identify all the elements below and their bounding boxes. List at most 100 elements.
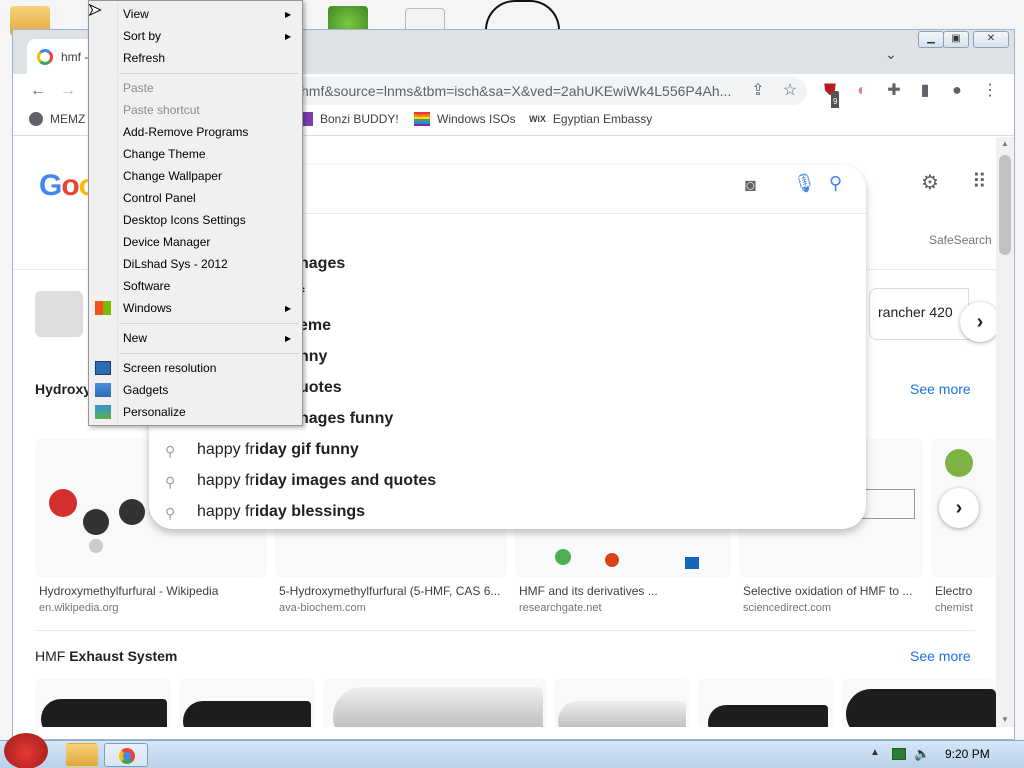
back-icon[interactable]: ← — [27, 80, 49, 102]
menu-separator — [119, 73, 299, 74]
menu-item-new[interactable]: New — [123, 331, 147, 345]
menu-separator — [119, 323, 299, 324]
menu-item-gadgets[interactable]: Gadgets — [123, 383, 168, 397]
search-icon[interactable]: ⚲ — [829, 173, 842, 194]
share-icon[interactable]: ⇪ — [747, 80, 769, 102]
flask-shape — [605, 553, 619, 567]
related-chip[interactable]: rancher 420 — [869, 288, 969, 340]
results-next-icon[interactable]: › — [939, 488, 979, 528]
suggestion-item[interactable]: nages — [299, 255, 345, 273]
menu-item-dilshad-sys[interactable]: DiLshad Sys - 2012 — [123, 257, 228, 271]
suggestion-item[interactable]: happy friday gif funny — [197, 441, 359, 459]
result-caption[interactable]: Electro — [935, 584, 996, 598]
safesearch-link[interactable]: SafeSearch — [929, 233, 992, 247]
menu-item-windows[interactable]: Windows — [123, 301, 172, 315]
address-text: hmf&source=lnms&tbm=isch&sa=X&ved=2ahUKE… — [301, 83, 732, 99]
camera-search-icon[interactable]: ◙ — [745, 175, 756, 196]
bookmark-star-icon[interactable]: ☆ — [779, 80, 801, 102]
exhaust-image[interactable] — [554, 679, 690, 727]
search-icon: ⚲ — [165, 443, 176, 459]
menu-item-device-manager[interactable]: Device Manager — [123, 235, 210, 249]
bookmark-windows-isos[interactable]: Windows ISOs — [414, 112, 516, 126]
flask-shape — [555, 549, 571, 565]
bookmark-memz[interactable]: MEMZ — [29, 112, 85, 126]
gadgets-icon — [95, 383, 111, 397]
bookmark-label: Windows ISOs — [437, 112, 516, 126]
minimize-button[interactable]: ▁ — [918, 31, 944, 48]
menu-item-change-wallpaper[interactable]: Change Wallpaper — [123, 169, 222, 183]
menu-item-personalize[interactable]: Personalize — [123, 405, 186, 419]
related-chip-thumbnail[interactable] — [35, 291, 83, 337]
menu-item-add-remove-programs[interactable]: Add-Remove Programs — [123, 125, 248, 139]
chrome-taskbar-button[interactable] — [104, 743, 148, 767]
side-panel-icon[interactable]: ▮ — [914, 80, 936, 102]
forward-icon[interactable]: → — [57, 80, 79, 102]
see-more-link[interactable]: See more — [910, 381, 971, 397]
suggestion-item[interactable]: eme — [299, 317, 331, 335]
menu-item-paste-shortcut[interactable]: Paste shortcut — [123, 103, 200, 117]
show-hidden-icons-icon[interactable]: ▲ — [870, 747, 880, 758]
search-icon: ⚲ — [165, 505, 176, 521]
apps-grid-icon[interactable]: ⠿ — [972, 169, 987, 194]
taskbar-clock[interactable]: 9:20 PM — [945, 747, 990, 761]
ublock-extension-icon[interactable]: ⛊ 9 — [819, 80, 841, 113]
start-button-angry-bird-icon[interactable] — [4, 733, 48, 768]
explorer-taskbar-icon[interactable] — [66, 743, 98, 767]
microphone-icon[interactable]: 🎙 — [793, 173, 816, 194]
scroll-up-icon[interactable]: ▲ — [1001, 139, 1009, 148]
maximize-button[interactable]: ▣ — [943, 31, 969, 48]
section-title-prefix: HMF — [35, 648, 70, 664]
menu-item-control-panel[interactable]: Control Panel — [123, 191, 196, 205]
volume-icon[interactable]: 🔈 — [914, 746, 930, 762]
result-caption[interactable]: Selective oxidation of HMF to ... — [743, 584, 923, 598]
suggestion-item[interactable]: nny — [299, 348, 327, 366]
menu-item-paste[interactable]: Paste — [123, 81, 154, 95]
result-caption[interactable]: HMF and its derivatives ... — [519, 584, 729, 598]
battery-icon[interactable] — [892, 748, 906, 760]
wix-icon: WiX — [529, 114, 546, 124]
menu-item-sort-by[interactable]: Sort by — [123, 29, 161, 43]
profile-avatar-icon[interactable]: ● — [946, 80, 968, 102]
exhaust-image[interactable] — [842, 679, 996, 727]
suggestion-item[interactable]: nages funny — [299, 410, 393, 428]
molecule-atom — [83, 509, 109, 535]
chips-next-icon[interactable]: › — [960, 302, 1000, 342]
exhaust-image[interactable] — [35, 679, 171, 727]
menu-item-view[interactable]: View — [123, 7, 149, 21]
desktop-circle-icon[interactable] — [485, 0, 560, 30]
bookmark-bonzi[interactable]: Bonzi BUDDY! — [301, 112, 399, 126]
menu-item-software[interactable]: Software — [123, 279, 170, 293]
exhaust-pipe-shape — [41, 699, 167, 727]
menu-kebab-icon[interactable]: ⋮ — [979, 80, 1001, 102]
scroll-down-icon[interactable]: ▼ — [1001, 715, 1009, 724]
mouse-cursor-icon: ➤ — [87, 2, 102, 20]
scroll-thumb[interactable] — [999, 155, 1011, 255]
submenu-arrow-icon: ▶ — [285, 10, 292, 19]
tab-search-chevron-icon[interactable]: ⌄ — [885, 46, 897, 63]
menu-item-screen-resolution[interactable]: Screen resolution — [123, 361, 216, 375]
suggestion-item[interactable]: happy friday images and quotes — [197, 472, 436, 490]
search-icon: ⚲ — [165, 474, 176, 490]
bookmark-egyptian-embassy[interactable]: WiX Egyptian Embassy — [529, 112, 652, 126]
result-caption[interactable]: Hydroxymethylfurfural - Wikipedia — [39, 584, 267, 598]
close-button[interactable]: ✕ — [973, 31, 1009, 48]
page-scrollbar[interactable]: ▲ ▼ — [996, 137, 1014, 727]
exhaust-image[interactable] — [179, 679, 315, 727]
molecule-atom — [89, 539, 103, 553]
extension-icon[interactable]: ◐ — [851, 80, 873, 102]
puzzle-extensions-icon[interactable]: ✚ — [883, 80, 905, 102]
see-more-link[interactable]: See more — [910, 648, 971, 664]
settings-gear-icon[interactable]: ⚙ — [921, 170, 939, 195]
menu-item-desktop-icons-settings[interactable]: Desktop Icons Settings — [123, 213, 246, 227]
exhaust-next-icon[interactable] — [939, 726, 979, 727]
result-caption[interactable]: 5-Hydroxymethylfurfural (5-HMF, CAS 6... — [279, 584, 507, 598]
exhaust-image[interactable] — [323, 679, 547, 727]
exhaust-image[interactable] — [698, 679, 834, 727]
menu-item-refresh[interactable]: Refresh — [123, 51, 165, 65]
suggestion-item[interactable]: happy friday blessings — [197, 503, 365, 521]
suggestion-item[interactable]: uotes — [299, 379, 342, 397]
address-bar[interactable]: hmf&source=lnms&tbm=isch&sa=X&ved=2ahUKE… — [283, 77, 807, 105]
exhaust-pipe-shape — [708, 705, 828, 727]
submenu-arrow-icon: ▶ — [285, 334, 292, 343]
menu-item-change-theme[interactable]: Change Theme — [123, 147, 206, 161]
